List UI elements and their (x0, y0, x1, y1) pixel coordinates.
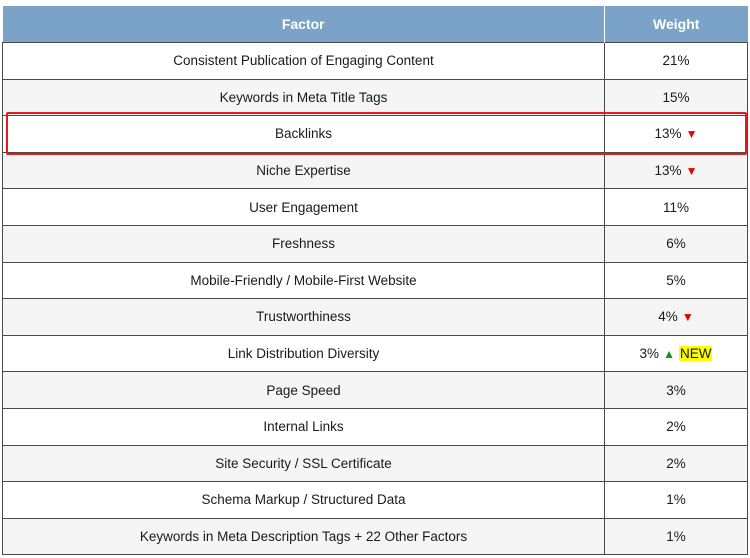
weight-value: 2% (666, 419, 686, 435)
factor-cell: Link Distribution Diversity (2, 334, 605, 373)
weight-cell: 13% ▼ (604, 115, 748, 153)
weight-value: 13% (654, 163, 682, 179)
weight-cell: 1% (604, 517, 748, 556)
factor-cell: Keywords in Meta Description Tags + 22 O… (2, 517, 605, 556)
weight-cell: 2% (604, 444, 748, 483)
table-row: Schema Markup / Structured Data 1% (2, 481, 748, 519)
table-row: Page Speed 3% (2, 371, 748, 409)
new-badge: NEW (678, 346, 713, 362)
ranking-factors-table: Factor Weight Consistent Publication of … (2, 6, 748, 556)
table-row: Mobile-Friendly / Mobile-First Website 5% (2, 261, 748, 300)
weight-value: 1% (666, 492, 686, 508)
table-row: Trustworthiness 4% ▼ (2, 298, 748, 336)
weight-value: 3% (666, 382, 686, 398)
weight-value: 11% (662, 199, 690, 215)
weight-cell: 3% (604, 371, 748, 409)
factor-cell: Schema Markup / Structured Data (2, 481, 605, 519)
arrow-up-icon: ▲ (663, 347, 675, 362)
factor-cell: Mobile-Friendly / Mobile-First Website (2, 261, 605, 300)
weight-value: 4% (658, 309, 678, 325)
factor-cell: Keywords in Meta Title Tags (2, 78, 605, 117)
factor-cell: Freshness (2, 224, 605, 263)
weight-cell: 6% (604, 224, 748, 263)
table-row: Keywords in Meta Title Tags 15% (2, 78, 748, 117)
table-header-row: Factor Weight (2, 6, 748, 43)
weight-cell: 13% ▼ (604, 151, 748, 190)
table-row: Keywords in Meta Description Tags + 22 O… (2, 517, 748, 556)
factor-cell: Page Speed (2, 371, 605, 409)
weight-value: 13% (654, 126, 682, 142)
factor-cell: Niche Expertise (2, 151, 605, 190)
table-row: Niche Expertise 13% ▼ (2, 151, 748, 190)
factor-cell: Trustworthiness (2, 298, 605, 336)
table-row: Consistent Publication of Engaging Conte… (2, 42, 748, 80)
weight-cell: 3% ▲ NEW (604, 334, 748, 373)
weight-value: 5% (666, 272, 686, 288)
factor-cell: Backlinks (2, 115, 605, 153)
factor-cell: User Engagement (2, 188, 605, 226)
weight-cell: 2% (604, 407, 748, 446)
table-row: Internal Links 2% (2, 407, 748, 446)
weight-value: 2% (666, 455, 686, 471)
weight-cell: 4% ▼ (604, 298, 748, 336)
weight-value: 1% (666, 529, 686, 545)
weight-cell: 5% (604, 261, 748, 300)
weight-value: 21% (662, 53, 690, 69)
weight-cell: 11% (604, 188, 748, 226)
weight-value: 15% (662, 89, 690, 105)
table-row: Freshness 6% (2, 224, 748, 263)
weight-cell: 1% (604, 481, 748, 519)
arrow-down-icon: ▼ (685, 127, 698, 142)
table-row: User Engagement 11% (2, 188, 748, 226)
factor-cell: Consistent Publication of Engaging Conte… (2, 42, 605, 80)
table-row: Link Distribution Diversity 3% ▲ NEW (2, 334, 748, 373)
header-weight: Weight (604, 6, 748, 43)
table-row: Site Security / SSL Certificate 2% (2, 444, 748, 483)
table-row: Backlinks 13% ▼ (2, 115, 748, 153)
arrow-down-icon: ▼ (685, 164, 698, 179)
weight-value: 3% (639, 346, 660, 362)
factor-cell: Internal Links (2, 407, 605, 446)
weight-cell: 15% (604, 78, 748, 117)
weight-cell: 21% (604, 42, 748, 80)
weight-value: 6% (666, 236, 686, 252)
header-factor: Factor (2, 6, 605, 43)
factor-cell: Site Security / SSL Certificate (2, 444, 605, 483)
arrow-down-icon: ▼ (681, 310, 694, 325)
